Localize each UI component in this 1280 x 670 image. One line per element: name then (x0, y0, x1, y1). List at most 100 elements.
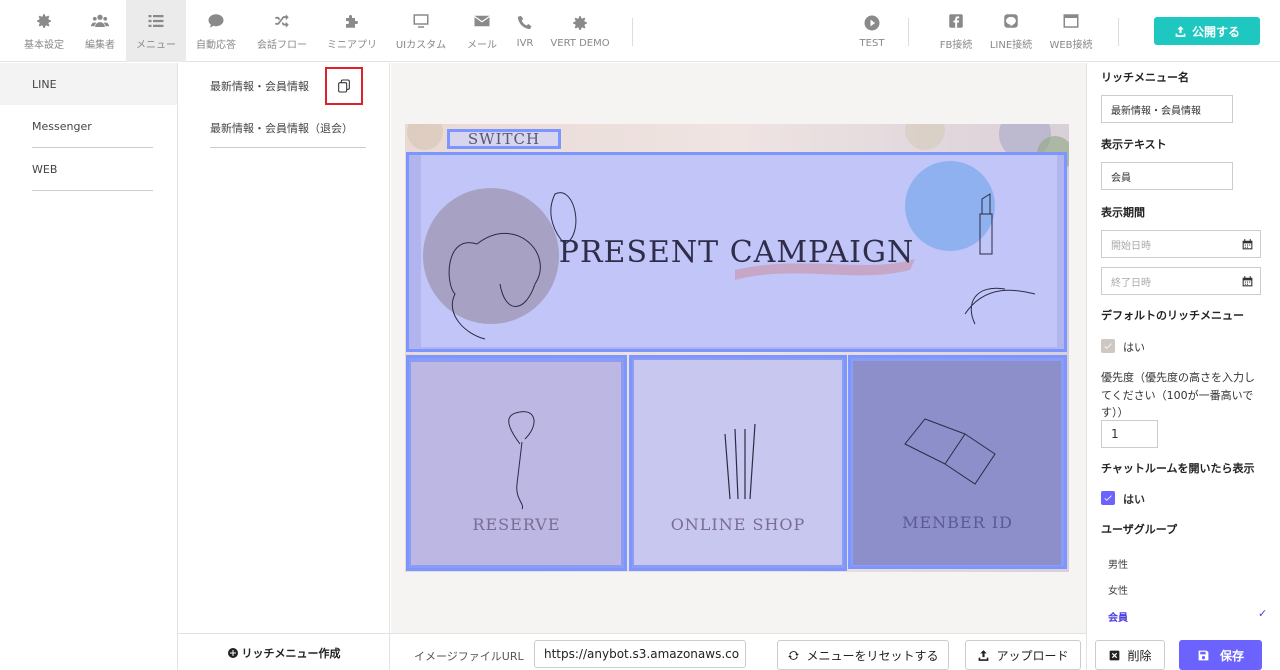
close-square-icon (1110, 650, 1120, 660)
nav-mail[interactable]: メール (460, 0, 504, 62)
save-icon (1198, 650, 1209, 660)
chat-icon (208, 13, 224, 28)
display-period-label: 表示期間 (1101, 206, 1145, 219)
menu-item[interactable]: 最新情報・会員情報 (210, 78, 309, 94)
nav-auto-reply[interactable]: 自動応答 (190, 0, 242, 62)
delete-label: 削除 (1127, 648, 1152, 663)
default-menu-yes: はい (1123, 341, 1145, 354)
save-button[interactable]: 保存 (1179, 640, 1262, 670)
nav-divider (632, 18, 633, 46)
menu-item[interactable]: 最新情報・会員情報（退会） (210, 120, 353, 136)
save-label: 保存 (1219, 648, 1244, 663)
nav-label: ミニアプリ (327, 39, 377, 51)
selected-check-icon: ✓ (1258, 607, 1268, 620)
calendar-icon[interactable] (1241, 238, 1254, 251)
channel-label: WEB (32, 162, 58, 176)
check-icon (1104, 495, 1112, 501)
user-group-option-selected[interactable]: 会員 (1108, 609, 1128, 624)
refresh-icon (788, 650, 800, 660)
create-label: リッチメニュー作成 (241, 646, 341, 660)
nav-editors[interactable]: 編集者 (74, 0, 126, 62)
channel-label: LINE (32, 77, 57, 91)
switch-area[interactable]: SWITCH (447, 129, 561, 149)
image-url-input[interactable]: https://anybot.s3.amazonaws.co (534, 640, 746, 668)
create-rich-menu-button[interactable]: リッチメニュー作成 (178, 634, 390, 670)
channel-line[interactable]: LINE (0, 63, 177, 105)
default-menu-checkbox[interactable] (1101, 339, 1115, 353)
tile-online-shop[interactable]: ONLINE SHOP (629, 355, 847, 571)
nav-label: メール (467, 39, 497, 51)
chatroom-yes: はい (1123, 493, 1145, 506)
rich-menu-image: SWITCH PRESENT CAMPAIGN RESERVE ONLINE S… (405, 124, 1069, 572)
channel-web[interactable]: WEB (0, 148, 177, 190)
nav-ui-custom[interactable]: UIカスタム (390, 0, 452, 62)
input-placeholder: 終了日時 (1111, 277, 1151, 289)
tile-label: RESERVE (472, 515, 561, 534)
bottom-toolbar: リッチメニュー作成 イメージファイルURL https://anybot.s3.… (178, 633, 1086, 670)
tile-member-id[interactable]: MENBER ID (848, 355, 1067, 569)
display-text-input[interactable]: 会員 (1101, 162, 1233, 190)
plus-circle-icon (227, 647, 238, 658)
nav-vert-demo[interactable]: VERT DEMO (548, 0, 612, 62)
chatroom-label: チャットルームを開いたら表示 (1101, 462, 1255, 475)
nav-label: UIカスタム (395, 39, 447, 51)
copy-icon (338, 79, 350, 93)
user-group-option[interactable]: 男性 (1108, 556, 1128, 571)
nav-label: IVR (516, 37, 534, 49)
top-navigation: 基本設定 編集者 メニュー 自動応答 会話フロー ミニアプリ UIカスタム メー… (0, 0, 1280, 62)
banner-title: PRESENT CAMPAIGN (558, 234, 915, 270)
channel-list: LINE Messenger WEB (0, 63, 178, 670)
upload-icon (979, 649, 989, 661)
divider (210, 147, 366, 148)
users-icon (91, 14, 109, 27)
line-icon (1004, 13, 1018, 28)
nav-web-connect[interactable]: WEB接続 (1048, 0, 1094, 62)
nav-divider (1118, 18, 1119, 46)
phone-icon (517, 15, 532, 29)
rich-menu-list: 最新情報・会員情報 最新情報・会員情報（退会） (178, 63, 390, 633)
nav-fb-connect[interactable]: FB接続 (935, 0, 977, 62)
input-value: 会員 (1111, 172, 1131, 184)
priority-input[interactable]: 1 (1101, 420, 1158, 448)
nav-label: 会話フロー (257, 39, 307, 51)
menu-name-label: リッチメニュー名 (1101, 71, 1189, 84)
puzzle-icon (346, 14, 358, 28)
reset-label: メニューをリセットする (806, 648, 939, 663)
calendar-icon[interactable] (1241, 275, 1254, 288)
priority-label-line: す）） (1101, 406, 1129, 419)
end-date-input[interactable]: 終了日時 (1101, 267, 1261, 295)
copy-menu-button[interactable] (325, 67, 363, 105)
nav-test[interactable]: TEST (852, 0, 892, 62)
delete-button[interactable]: 削除 (1095, 640, 1165, 670)
priority-label-line: てください（100が一番高いで (1101, 389, 1254, 402)
user-group-option[interactable]: 女性 (1108, 582, 1128, 597)
nav-label: 基本設定 (24, 39, 64, 51)
facebook-icon (949, 13, 963, 28)
gear-icon (37, 13, 51, 28)
default-menu-label: デフォルトのリッチメニュー (1101, 309, 1244, 322)
list-icon (148, 14, 164, 27)
browser-icon (1063, 13, 1079, 28)
start-date-input[interactable]: 開始日時 (1101, 230, 1261, 258)
banner-area[interactable]: PRESENT CAMPAIGN (406, 152, 1067, 352)
nav-basic-settings[interactable]: 基本設定 (14, 0, 74, 62)
monitor-icon (413, 13, 429, 28)
nav-ivr[interactable]: IVR (510, 0, 540, 62)
nav-mini-app[interactable]: ミニアプリ (322, 0, 382, 62)
nav-menu[interactable]: メニュー (126, 0, 186, 62)
reset-menu-button[interactable]: メニューをリセットする (777, 640, 949, 670)
chatroom-checkbox[interactable] (1101, 491, 1115, 505)
publish-button[interactable]: 公開する (1154, 17, 1260, 45)
menu-name-input[interactable]: 最新情報・会員情報 (1101, 95, 1233, 123)
tile-reserve[interactable]: RESERVE (406, 355, 627, 571)
switch-label: SWITCH (467, 130, 541, 148)
divider (32, 190, 153, 191)
play-icon (864, 15, 880, 30)
upload-icon (1175, 25, 1186, 37)
nav-conversation-flow[interactable]: 会話フロー (250, 0, 314, 62)
channel-label: Messenger (32, 119, 92, 133)
upload-button[interactable]: アップロード (965, 640, 1081, 670)
channel-messenger[interactable]: Messenger (0, 105, 177, 147)
publish-label: 公開する (1191, 24, 1240, 39)
nav-line-connect[interactable]: LINE接続 (988, 0, 1034, 62)
